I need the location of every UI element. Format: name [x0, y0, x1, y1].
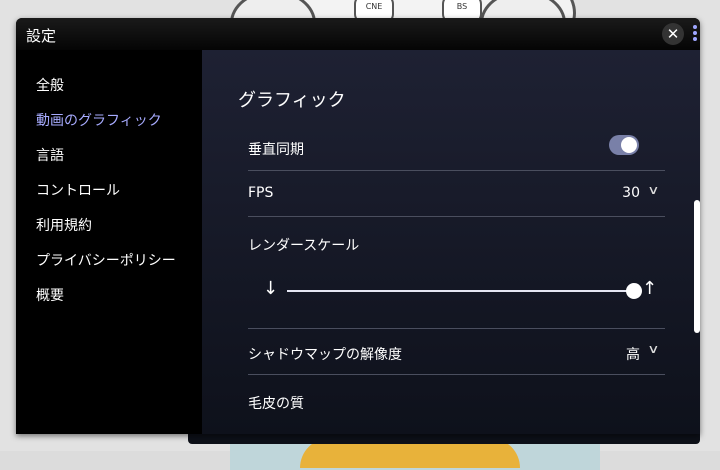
sidebar-item-language[interactable]: 言語 [36, 145, 64, 165]
divider [248, 216, 665, 217]
sidebar-item-controls[interactable]: コントロール [36, 180, 120, 200]
fps-label: FPS [248, 185, 274, 201]
sidebar-item-terms[interactable]: 利用規約 [36, 215, 92, 235]
sidebar-item-about[interactable]: 概要 [36, 285, 64, 305]
arrow-down-icon: ↓ [263, 278, 279, 299]
fps-value: 30 [622, 185, 640, 201]
window-title: 設定 [26, 27, 57, 45]
vsync-label: 垂直同期 [248, 142, 304, 158]
arrow-up-icon: ↑ [642, 278, 658, 299]
settings-content: グラフィック 垂直同期 FPS 30 ∨ レンダースケール ↓ ↑ シャドウマッ… [202, 50, 700, 434]
chevron-down-icon: ∨ [647, 183, 660, 197]
section-title: グラフィック [238, 90, 346, 111]
kebab-menu-icon[interactable] [693, 25, 697, 43]
fur-quality-label: 毛皮の質 [248, 396, 304, 412]
render-scale-slider[interactable]: ↓ ↑ [248, 280, 664, 304]
divider [248, 328, 665, 329]
render-scale-label: レンダースケール [248, 238, 360, 254]
divider [248, 374, 665, 375]
title-bar: 設定 ✕ [16, 18, 700, 50]
vsync-toggle-knob [621, 137, 637, 153]
vsync-toggle[interactable] [609, 135, 639, 155]
sidebar-item-privacy-policy[interactable]: プライバシーポリシー [36, 250, 176, 270]
shadow-map-label: シャドウマップの解像度 [248, 347, 402, 363]
close-button[interactable]: ✕ [662, 23, 684, 45]
slider-fill [287, 290, 634, 292]
sidebar-item-general[interactable]: 全般 [36, 75, 64, 95]
sidebar-item-video-graphics[interactable]: 動画のグラフィック [36, 110, 162, 130]
content-scrollbar[interactable] [694, 200, 700, 333]
divider [248, 170, 665, 171]
chevron-down-icon: ∨ [647, 342, 660, 356]
close-icon: ✕ [666, 25, 680, 43]
slider-thumb[interactable] [626, 283, 642, 299]
settings-window: 設定 ✕ 全般 動画のグラフィック 言語 コントロール 利用規約 プライバシーポ… [16, 18, 700, 434]
settings-sidebar: 全般 動画のグラフィック 言語 コントロール 利用規約 プライバシーポリシー 概… [16, 50, 202, 434]
shadow-map-value: 高 [626, 347, 640, 363]
slider-track [287, 283, 642, 299]
